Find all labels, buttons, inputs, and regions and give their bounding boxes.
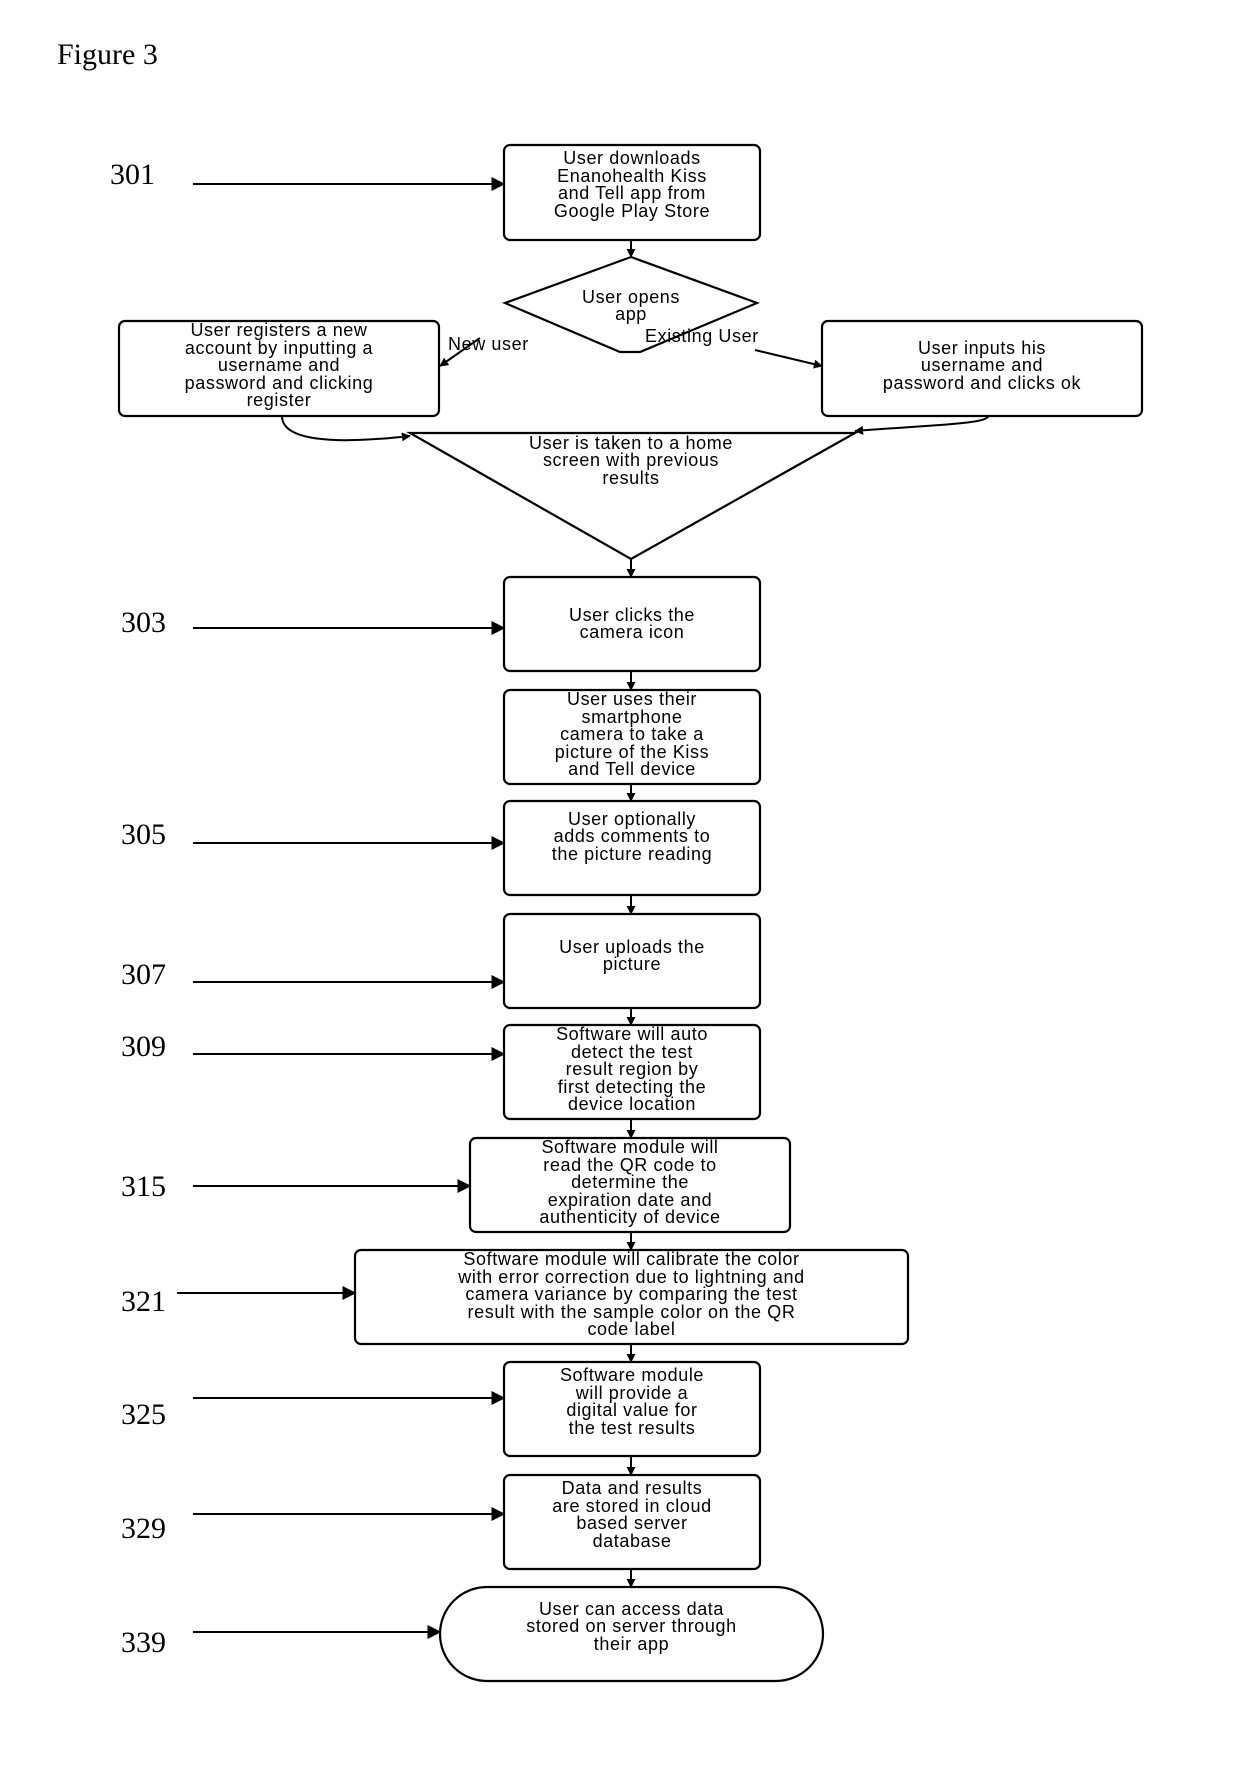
node-access: User can access data stored on server th… [526,1598,737,1654]
node-home: User is taken to a home screen with prev… [529,432,733,488]
node-stored: Data and results are stored in cloud bas… [552,1478,712,1551]
node-comments: User optionally adds comments to the pic… [551,808,713,864]
node-auto-detect: Software will auto detect the test resul… [556,1024,708,1115]
node-read-qr: Software module will read the QR code to… [539,1137,721,1228]
edge-register-home [281,415,411,442]
edge-label-new-user: New user [448,334,529,354]
node-camera-icon: User clicks the camera icon [568,604,696,642]
edge-login-home [854,415,989,435]
node-opens-app: User opens app [581,286,681,324]
node-take-picture: User uses their smartphone camera to tak… [554,689,710,780]
node-calibrate: Software module will calibrate the color… [458,1249,805,1340]
node-register: User registers a new account by inputtin… [184,320,374,411]
node-digital-value: Software module will provide a digital v… [559,1365,705,1438]
node-upload: User uploads the picture [559,936,705,974]
node-login: User inputs his username and password an… [882,337,1082,393]
edge-existing-user [754,349,823,369]
edge-label-existing-user: Existing User [645,326,759,346]
node-download: User downloads Enanohealth Kiss and Tell… [553,148,711,221]
